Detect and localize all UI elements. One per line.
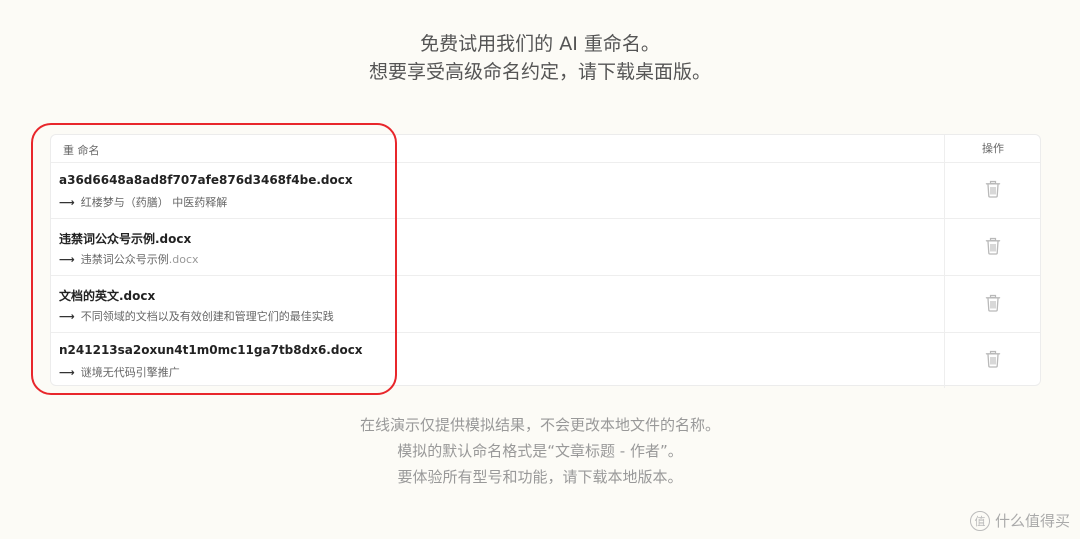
action-cell xyxy=(944,276,1041,332)
arrow-icon: ⟶ xyxy=(59,253,75,266)
table-row: 文档的英文.docx ⟶ 不同领域的文档以及有效创建和管理它们的最佳实践 xyxy=(51,276,1040,333)
trash-icon[interactable] xyxy=(985,180,1001,198)
original-filename: 文档的英文.docx xyxy=(59,289,156,303)
new-filename-text: 谜境无代码引擎推广 xyxy=(80,366,180,379)
action-cell xyxy=(944,332,1041,388)
original-filename: n241213sa2oxun4t1m0mc11ga7tb8dx6.docx xyxy=(59,343,363,357)
arrow-icon: ⟶ xyxy=(59,366,75,379)
watermark: 值 什么值得买 xyxy=(969,510,1070,531)
new-filename-text: 红楼梦与（药膳） 中医药释解 xyxy=(80,196,228,209)
arrow-icon: ⟶ xyxy=(59,310,75,323)
header-line-1: 免费试用我们的 AI 重命名。 xyxy=(420,33,660,55)
column-header-rename: 重 命名 xyxy=(63,144,100,157)
watermark-logo-icon: 值 xyxy=(969,510,990,531)
trash-icon[interactable] xyxy=(985,294,1001,312)
table-row: 违禁词公众号示例.docx ⟶ 违禁词公众号示例.docx xyxy=(51,219,1040,276)
trash-icon[interactable] xyxy=(985,350,1001,368)
new-filename: ⟶ 红楼梦与（药膳） 中医药释解 xyxy=(59,194,227,210)
table-row: a36d6648a8ad8f707afe876d3468f4be.docx ⟶ 红… xyxy=(51,162,1040,219)
table-row: n241213sa2oxun4t1m0mc11ga7tb8dx6.docx ⟶ 谜… xyxy=(51,332,1040,388)
new-filename: ⟶ 谜境无代码引擎推广 xyxy=(59,364,180,380)
rename-table: 重 命名 操作 a36d6648a8ad8f707afe876d3468f4be… xyxy=(50,134,1041,388)
new-filename: ⟶ 违禁词公众号示例.docx xyxy=(59,251,199,267)
watermark-text: 什么值得买 xyxy=(994,512,1070,530)
footer-line-1: 在线演示仅提供模拟结果，不会更改本地文件的名称。 xyxy=(359,416,720,434)
new-filename: ⟶ 不同领域的文档以及有效创建和管理它们的最佳实践 xyxy=(59,308,334,324)
new-filename-text: 违禁词公众号示例 xyxy=(80,253,169,266)
action-cell xyxy=(944,162,1041,218)
page-footer: 在线演示仅提供模拟结果，不会更改本地文件的名称。 模拟的默认命名格式是“文章标题… xyxy=(0,412,1080,490)
page-header: 免费试用我们的 AI 重命名。 想要享受高级命名约定，请下载桌面版。 xyxy=(0,30,1080,86)
action-cell xyxy=(944,219,1041,275)
trash-icon[interactable] xyxy=(985,237,1001,255)
arrow-icon: ⟶ xyxy=(59,196,75,209)
new-filename-ext: .docx xyxy=(168,253,199,266)
table-header: 重 命名 操作 xyxy=(51,135,1040,163)
header-line-2: 想要享受高级命名约定，请下载桌面版。 xyxy=(368,61,711,83)
footer-line-2: 模拟的默认命名格式是“文章标题 - 作者”。 xyxy=(397,442,683,460)
original-filename: a36d6648a8ad8f707afe876d3468f4be.docx xyxy=(59,173,353,187)
new-filename-text: 不同领域的文档以及有效创建和管理它们的最佳实践 xyxy=(80,310,334,323)
footer-line-3: 要体验所有型号和功能，请下载本地版本。 xyxy=(397,468,683,486)
column-header-action: 操作 xyxy=(944,135,1041,162)
original-filename: 违禁词公众号示例.docx xyxy=(59,232,192,246)
